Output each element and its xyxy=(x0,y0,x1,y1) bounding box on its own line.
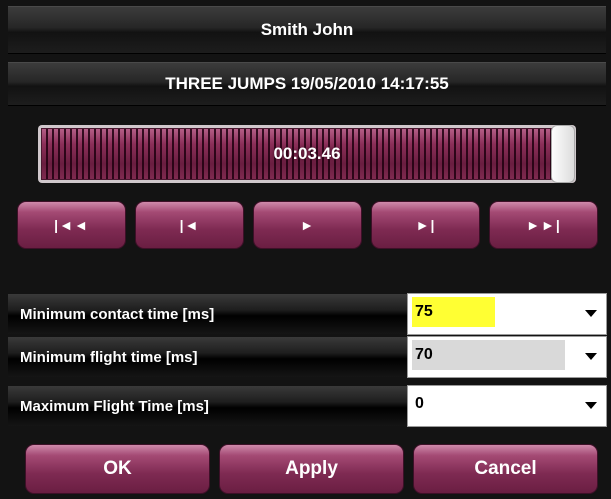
play-button[interactable]: ► xyxy=(253,201,362,249)
min-contact-row: Minimum contact time [ms] 75 xyxy=(8,293,607,335)
chevron-down-icon[interactable] xyxy=(585,310,597,317)
cancel-button-label: Cancel xyxy=(474,458,537,479)
min-contact-label: Minimum contact time [ms] xyxy=(8,294,408,334)
first-frame-button[interactable]: |◄◄ xyxy=(17,201,126,249)
session-bar: THREE JUMPS 19/05/2010 14:17:55 xyxy=(8,62,606,106)
ok-button-label: OK xyxy=(103,458,132,479)
timeline-slider[interactable]: 00:03.46 xyxy=(38,125,576,183)
chevron-down-icon[interactable] xyxy=(585,402,597,409)
skip-to-end-icon: ►►| xyxy=(526,217,561,233)
title-bar: Smith John xyxy=(8,6,606,54)
max-flight-label: Maximum Flight Time [ms] xyxy=(8,386,408,426)
min-flight-row: Minimum flight time [ms] 70 xyxy=(8,336,607,378)
min-flight-select[interactable]: 70 xyxy=(407,336,607,378)
skip-to-start-icon: |◄◄ xyxy=(54,217,89,233)
session-title: THREE JUMPS 19/05/2010 14:17:55 xyxy=(165,74,449,93)
timeline-track[interactable]: 00:03.46 xyxy=(41,128,573,180)
apply-button-label: Apply xyxy=(285,458,338,479)
timeline-thumb[interactable] xyxy=(551,125,575,183)
apply-button[interactable]: Apply xyxy=(219,444,404,494)
chevron-down-icon[interactable] xyxy=(585,353,597,360)
min-flight-value: 70 xyxy=(412,340,565,370)
last-frame-button[interactable]: ►►| xyxy=(489,201,598,249)
next-frame-button[interactable]: ►| xyxy=(371,201,480,249)
min-contact-value: 75 xyxy=(412,297,495,327)
min-contact-select[interactable]: 75 xyxy=(407,293,607,335)
max-flight-select[interactable]: 0 xyxy=(407,385,607,427)
timeline-time: 00:03.46 xyxy=(273,144,341,163)
min-flight-label: Minimum flight time [ms] xyxy=(8,337,408,377)
step-forward-icon: ►| xyxy=(415,217,436,233)
athlete-name: Smith John xyxy=(260,20,354,39)
previous-frame-button[interactable]: |◄ xyxy=(135,201,244,249)
max-flight-row: Maximum Flight Time [ms] 0 xyxy=(8,385,607,427)
step-back-icon: |◄ xyxy=(179,217,200,233)
ok-button[interactable]: OK xyxy=(25,444,210,494)
cancel-button[interactable]: Cancel xyxy=(413,444,598,494)
play-icon: ► xyxy=(300,217,315,233)
max-flight-value: 0 xyxy=(415,395,424,412)
